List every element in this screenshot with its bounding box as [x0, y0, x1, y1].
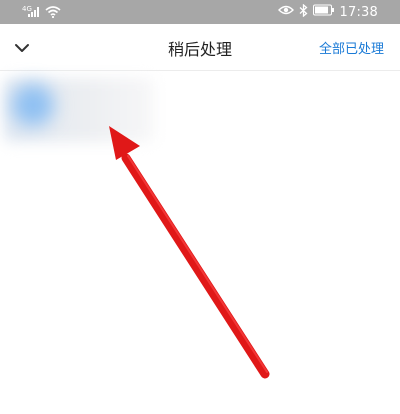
list-item[interactable] — [0, 72, 400, 152]
wifi-icon — [45, 3, 61, 22]
status-time: 17:38 — [339, 4, 378, 20]
mark-all-processed-button[interactable]: 全部已处理 — [319, 38, 384, 57]
signal-icon: 4G — [22, 3, 42, 22]
bluetooth-icon — [299, 3, 308, 21]
blurred-avatar — [12, 84, 54, 126]
status-right: 17:38 — [277, 3, 378, 21]
nav-bar: 稍后处理 全部已处理 — [0, 24, 400, 71]
eye-icon — [277, 4, 294, 20]
chevron-down-icon — [14, 38, 30, 57]
svg-text:4G: 4G — [22, 5, 32, 13]
status-bar: 4G 17:38 — [0, 0, 400, 24]
back-button[interactable] — [10, 36, 34, 58]
screen: 4G 17:38 稍后处理 全部已处理 — [0, 0, 400, 414]
battery-icon — [312, 4, 335, 20]
status-left: 4G — [22, 4, 61, 20]
